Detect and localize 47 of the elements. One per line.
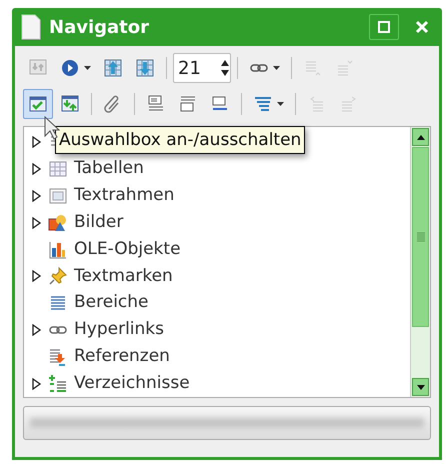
window-checkmark-button[interactable]: [23, 89, 53, 119]
pushpin-icon: [48, 266, 68, 286]
number-spin-field[interactable]: 21: [173, 53, 231, 83]
window-title: Navigator: [49, 16, 150, 40]
tree-item[interactable]: OLE-Objekte: [74, 236, 181, 262]
expander-triangle-icon[interactable]: [32, 378, 42, 390]
table-up-arrow-icon: [103, 58, 123, 78]
tree-item[interactable]: Bilder: [74, 210, 124, 236]
spin-arrows-icon[interactable]: [220, 59, 230, 77]
tree-item[interactable]: Tabellen: [74, 156, 144, 182]
document-icon: [21, 14, 41, 40]
expander-triangle-icon[interactable]: [32, 190, 42, 202]
scroll-up-button[interactable]: [412, 128, 429, 146]
navigation-circle-icon: [60, 58, 80, 78]
maximize-button[interactable]: [369, 14, 399, 40]
scroll-down-button[interactable]: [412, 378, 429, 396]
frame-icon: [48, 186, 68, 206]
expander-triangle-icon[interactable]: [32, 270, 42, 282]
down-arrow-icon: [416, 384, 424, 390]
scrollbar[interactable]: [410, 127, 430, 397]
list-plus-icon: [48, 374, 68, 394]
window-arrows-icon: [60, 94, 80, 114]
bar-chart-icon: [48, 240, 68, 260]
tree-item[interactable]: Referenzen: [74, 344, 170, 370]
expander-triangle-icon[interactable]: [32, 324, 42, 336]
maximize-icon: [378, 21, 390, 33]
mouse-pointer-icon: [44, 116, 60, 140]
window-checkmark-icon: [28, 94, 48, 114]
scroll-thumb[interactable]: [412, 147, 429, 327]
tree-item[interactable]: Textmarken: [74, 264, 173, 290]
expander-triangle-icon[interactable]: [32, 136, 42, 148]
table-icon: [48, 159, 68, 180]
demote-lines-icon: [335, 58, 355, 78]
up-arrow-icon: [416, 134, 424, 140]
lines-arrow-icon: [48, 346, 68, 367]
expander-triangle-icon[interactable]: [32, 163, 42, 176]
tree-item[interactable]: Verzeichnisse: [74, 370, 190, 396]
tree-item[interactable]: Textrahmen: [74, 183, 174, 209]
shapes-icon: [48, 212, 68, 233]
expander-triangle-icon[interactable]: [32, 216, 42, 229]
close-icon: [415, 20, 429, 34]
tooltip: Auswahlbox an-/ausschalten: [55, 126, 306, 154]
tree-item[interactable]: Hyperlinks: [74, 317, 164, 343]
table-down-arrow-icon: [135, 58, 155, 78]
heading-below-icon: [178, 94, 198, 114]
heading-levels-icon: [253, 94, 273, 114]
tree-item[interactable]: Bereiche: [74, 290, 148, 316]
